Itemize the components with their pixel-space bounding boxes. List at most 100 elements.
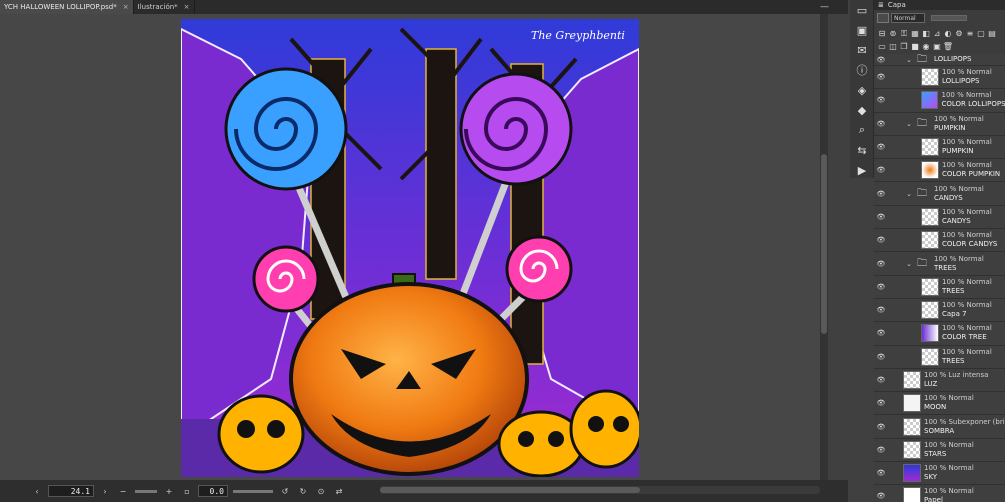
copy-icon[interactable]: ❐ bbox=[899, 41, 909, 52]
layer-lock-toggle[interactable] bbox=[890, 491, 900, 501]
layer-lock-toggle[interactable] bbox=[890, 235, 900, 245]
visibility-eye-icon[interactable]: 👁 bbox=[874, 190, 888, 198]
layer-lock-toggle[interactable] bbox=[890, 282, 900, 292]
zoom-out-icon[interactable]: ‹ bbox=[30, 484, 44, 498]
opacity-slider[interactable] bbox=[931, 15, 967, 21]
visibility-eye-icon[interactable]: 👁 bbox=[874, 213, 888, 221]
visibility-eye-icon[interactable]: 👁 bbox=[874, 399, 888, 407]
animation-icon[interactable]: ▶ bbox=[850, 160, 874, 180]
reset-rotation-icon[interactable]: ⊙ bbox=[314, 484, 328, 498]
layer-lock-toggle[interactable] bbox=[890, 55, 900, 65]
visibility-eye-icon[interactable]: 👁 bbox=[874, 120, 888, 128]
lock-transparent-icon[interactable]: ▦ bbox=[910, 28, 920, 39]
layer-row[interactable]: 👁 100 % Normal Papel bbox=[874, 485, 1005, 502]
layer-lock-toggle[interactable] bbox=[890, 398, 900, 408]
visibility-eye-icon[interactable]: 👁 bbox=[874, 376, 888, 384]
layer-lock-toggle[interactable] bbox=[890, 305, 900, 315]
layer-row[interactable]: 👁 100 % Normal STARS bbox=[874, 438, 1005, 463]
canvas-area[interactable]: The Greyphbenti bbox=[0, 14, 828, 480]
layer-lock-toggle[interactable] bbox=[890, 142, 900, 152]
3d-icon[interactable]: ◆ bbox=[850, 100, 874, 120]
layer-row[interactable]: 👁 ⌄ 🗀 100 % Normal PUMPKIN bbox=[874, 112, 1005, 136]
visibility-eye-icon[interactable]: 👁 bbox=[874, 166, 888, 174]
layer-row[interactable]: 👁 100 % Normal Capa 7 bbox=[874, 298, 1005, 323]
visibility-eye-icon[interactable]: 👁 bbox=[874, 353, 888, 361]
flip-icon[interactable]: ⇄ bbox=[332, 484, 346, 498]
visibility-eye-icon[interactable]: 👁 bbox=[874, 306, 888, 314]
layer-lock-toggle[interactable] bbox=[890, 119, 900, 129]
layer-row[interactable]: 👁 100 % Luz intensa LUZ bbox=[874, 368, 1005, 393]
layers-tab-icon[interactable]: ≣ bbox=[878, 1, 884, 9]
vertical-scroll-thumb[interactable] bbox=[821, 154, 827, 334]
layer-lock-toggle[interactable] bbox=[890, 165, 900, 175]
visibility-eye-icon[interactable]: 👁 bbox=[874, 73, 888, 81]
layer-row[interactable]: 👁 ⌄ 🗀 LOLLIPOPS bbox=[874, 54, 1005, 66]
visibility-eye-icon[interactable]: 👁 bbox=[874, 329, 888, 337]
horizontal-scrollbar[interactable] bbox=[380, 486, 820, 494]
layer-row[interactable]: 👁 ⌄ 🗀 100 % Normal TREES bbox=[874, 252, 1005, 276]
layer-row[interactable]: 👁 100 % Normal TREES bbox=[874, 275, 1005, 299]
settings-icon[interactable]: ⚙ bbox=[954, 28, 964, 39]
layer-property-icon[interactable]: ◈ bbox=[850, 80, 874, 100]
layer-row[interactable]: 👁 100 % Normal CANDYS bbox=[874, 205, 1005, 230]
folder-expand-chevron-icon[interactable]: ⌄ bbox=[904, 56, 914, 64]
vertical-scrollbar[interactable] bbox=[820, 14, 828, 480]
rotation-field[interactable]: 0.0 bbox=[198, 485, 228, 497]
layer-lock-toggle[interactable] bbox=[890, 468, 900, 478]
layer-row[interactable]: 👁 100 % Normal LOLLIPOPS bbox=[874, 66, 1005, 90]
visibility-eye-icon[interactable]: 👁 bbox=[874, 56, 888, 64]
new-vector-icon[interactable]: ▤ bbox=[987, 28, 997, 39]
layer-row[interactable]: 👁 100 % Normal COLOR LOLLIPOPS bbox=[874, 89, 1005, 113]
tab-ych-halloween[interactable]: YCH HALLOWEEN LOLLIPOP.psd* × bbox=[0, 0, 134, 14]
delete-layer-icon[interactable]: 🗑 bbox=[943, 41, 953, 52]
artwork-canvas[interactable]: The Greyphbenti bbox=[181, 19, 639, 477]
visibility-eye-icon[interactable]: 👁 bbox=[874, 236, 888, 244]
close-tab-icon[interactable]: × bbox=[123, 3, 129, 11]
zoom-field[interactable]: 24.1 bbox=[48, 485, 94, 497]
layer-lock-toggle[interactable] bbox=[890, 445, 900, 455]
layer-row[interactable]: 👁 100 % Normal TREES bbox=[874, 345, 1005, 369]
visibility-eye-icon[interactable]: 👁 bbox=[874, 469, 888, 477]
layer-color-swatch[interactable] bbox=[877, 13, 889, 23]
rotate-right-icon[interactable]: ↻ bbox=[296, 484, 310, 498]
zoom-in-icon[interactable]: › bbox=[98, 484, 112, 498]
rotation-slider[interactable] bbox=[233, 489, 273, 493]
visibility-eye-icon[interactable]: 👁 bbox=[874, 423, 888, 431]
minimize-icon[interactable]: — bbox=[820, 2, 829, 12]
layer-row[interactable]: 👁 100 % Normal MOON bbox=[874, 392, 1005, 416]
mask-add-icon[interactable]: ◉ bbox=[921, 41, 931, 52]
fit-icon[interactable]: − bbox=[116, 484, 130, 498]
search-layer-icon[interactable]: ⌕ bbox=[850, 120, 874, 140]
plus-icon[interactable]: + bbox=[162, 484, 176, 498]
layer-lock-toggle[interactable] bbox=[890, 352, 900, 362]
layer-lock-toggle[interactable] bbox=[890, 212, 900, 222]
layer-row[interactable]: 👁 100 % Normal COLOR TREE bbox=[874, 322, 1005, 346]
new-raster-icon[interactable]: ▢ bbox=[976, 28, 986, 39]
info-icon[interactable]: ⓘ bbox=[850, 60, 874, 80]
folder-expand-chevron-icon[interactable]: ⌄ bbox=[904, 260, 914, 268]
layer-lock-toggle[interactable] bbox=[890, 328, 900, 338]
reference-icon[interactable]: ⊚ bbox=[888, 28, 898, 39]
layer-lock-toggle[interactable] bbox=[890, 375, 900, 385]
layer-lock-toggle[interactable] bbox=[890, 422, 900, 432]
mask-apply-icon[interactable]: ▣ bbox=[932, 41, 942, 52]
rotate-left-icon[interactable]: ↺ bbox=[278, 484, 292, 498]
visibility-eye-icon[interactable]: 👁 bbox=[874, 143, 888, 151]
mask-icon[interactable]: ◧ bbox=[921, 28, 931, 39]
fit-window-icon[interactable]: ▫ bbox=[180, 484, 194, 498]
layer-row[interactable]: 👁 100 % Subexponer (bri SOMBRA bbox=[874, 415, 1005, 439]
layer-lock-toggle[interactable] bbox=[890, 259, 900, 269]
navigator-icon[interactable]: ▭ bbox=[850, 0, 874, 20]
material-icon[interactable]: ✉ bbox=[850, 40, 874, 60]
close-tab-icon[interactable]: × bbox=[184, 3, 190, 11]
layer-row[interactable]: 👁 100 % Normal COLOR CANDYS bbox=[874, 229, 1005, 253]
layer-row[interactable]: 👁 ⌄ 🗀 100 % Normal CANDYS bbox=[874, 182, 1005, 206]
clip-icon[interactable]: ⊟ bbox=[877, 28, 887, 39]
visibility-eye-icon[interactable]: 👁 bbox=[874, 446, 888, 454]
blend-mode-select[interactable]: Normal bbox=[891, 13, 925, 23]
visibility-eye-icon[interactable]: 👁 bbox=[874, 260, 888, 268]
history-icon[interactable]: ⇆ bbox=[850, 140, 874, 160]
palette-icon[interactable]: ◐ bbox=[943, 28, 953, 39]
visibility-eye-icon[interactable]: 👁 bbox=[874, 96, 888, 104]
merge-icon[interactable]: ◫ bbox=[888, 41, 898, 52]
